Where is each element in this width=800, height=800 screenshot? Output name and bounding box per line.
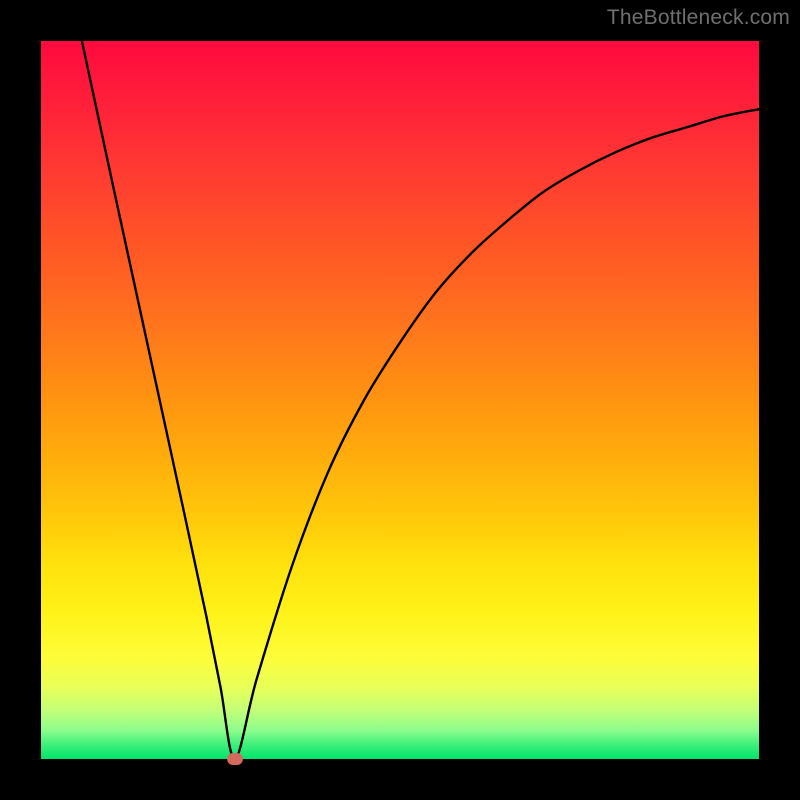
bottleneck-curve xyxy=(41,41,759,759)
chart-plot-area xyxy=(41,41,759,759)
watermark-text: TheBottleneck.com xyxy=(607,6,790,30)
chart-frame: TheBottleneck.com xyxy=(0,0,800,800)
